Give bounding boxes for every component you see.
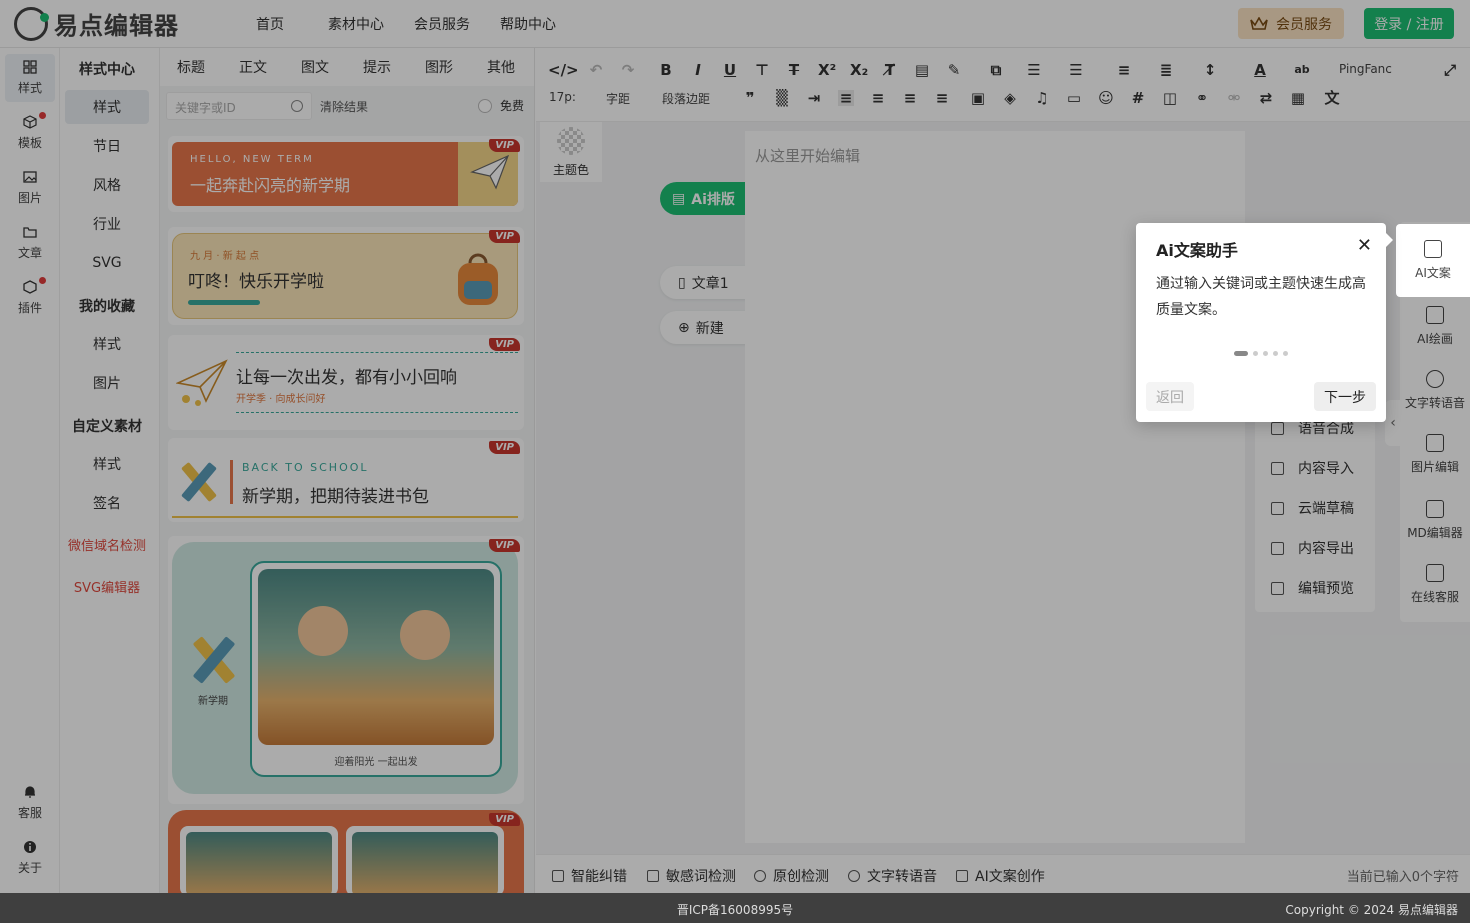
icp-license[interactable]: 晋ICP备16008995号	[0, 901, 1470, 918]
close-icon[interactable]: ✕	[1357, 235, 1372, 256]
tour-overlay[interactable]	[0, 0, 1470, 893]
copyright-text: Copyright © 2024 易点编辑器	[1285, 903, 1458, 917]
back-button[interactable]: 返回	[1146, 382, 1194, 411]
step-dot	[1273, 351, 1278, 356]
highlighted-ai-copy-item[interactable]: AI文案	[1396, 224, 1470, 297]
step-dot	[1263, 351, 1268, 356]
step-dot	[1234, 351, 1248, 356]
popup-title: Ai文案助手	[1156, 241, 1238, 260]
step-indicator	[1234, 351, 1293, 356]
next-step-button[interactable]: 下一步	[1314, 382, 1376, 411]
step-dot	[1253, 351, 1258, 356]
page-footer: 晋ICP备16008995号 Copyright © 2024 易点编辑器	[0, 893, 1470, 923]
ai-copy-icon	[1424, 240, 1442, 258]
popup-description: 通过输入关键词或主题快速生成高质量文案。	[1156, 276, 1366, 318]
ai-assistant-tour-popup: Ai文案助手 ✕ 通过输入关键词或主题快速生成高质量文案。 返回 下一步	[1136, 223, 1393, 422]
highlighted-label: AI文案	[1415, 266, 1451, 280]
step-dot	[1283, 351, 1288, 356]
